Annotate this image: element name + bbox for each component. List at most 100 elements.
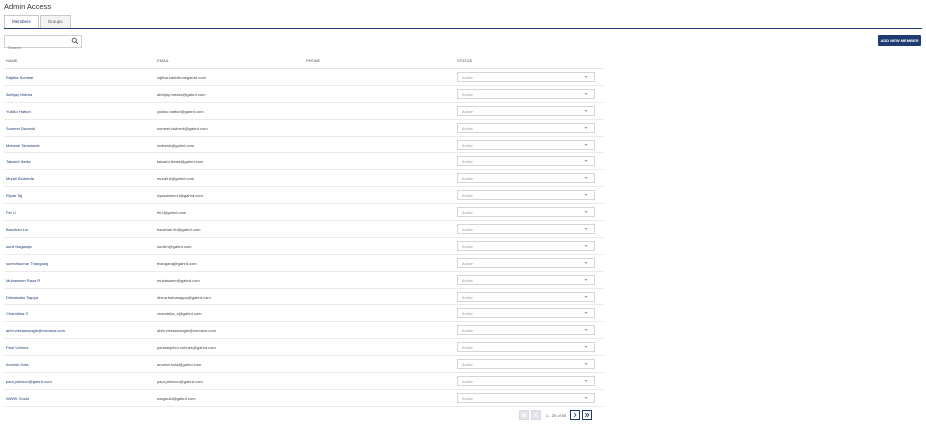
search-input[interactable] <box>5 43 70 52</box>
status-select[interactable]: Active <box>457 122 595 133</box>
status-select[interactable]: Active <box>457 72 595 82</box>
status-value: Active <box>462 210 473 216</box>
status-select[interactable]: Active <box>457 392 595 403</box>
prev-page-button[interactable] <box>531 410 541 420</box>
status-value: Active <box>462 108 473 114</box>
search-icon[interactable] <box>71 37 79 45</box>
tab-divider <box>4 28 922 29</box>
status-value: Active <box>462 294 473 300</box>
column-header-status: STATUS <box>457 58 473 63</box>
member-email: paulstephen.vohnes@gahrd.com <box>157 345 216 351</box>
member-name-link[interactable]: Riyas Taj <box>6 193 22 198</box>
tab-members[interactable]: Members <box>4 15 39 29</box>
status-value: Active <box>462 227 473 233</box>
member-name-link[interactable]: Takashi Ikeda <box>6 159 30 164</box>
status-value: Active <box>462 379 473 385</box>
table-row: Mubasseer Raza R mubasseer@gahrd.com Activ… <box>4 272 604 289</box>
status-select[interactable]: Active <box>457 156 595 167</box>
chevron-down-icon <box>584 397 588 399</box>
column-header-name: NAME <box>6 58 18 63</box>
add-new-member-button[interactable]: ADD NEW MEMBER <box>878 35 921 46</box>
member-email: abhi.vieslamangle@mendos.com <box>157 328 216 334</box>
table-header: NAME EMAIL PHONE STATUS <box>4 53 604 69</box>
table-row: Yukiko Hattori yukiko.hattori@gahrd.com Ac… <box>4 103 604 120</box>
status-select[interactable]: Active <box>457 207 595 218</box>
first-page-button[interactable] <box>519 410 529 420</box>
member-name-link[interactable]: Anvesh Kola <box>6 362 28 367</box>
member-name-link[interactable]: Mahesh Tamshade <box>6 143 40 148</box>
table-row: sunil Nagaraja sunilm@gahrd.com Active <box>4 238 604 255</box>
table-body: Rajitha Kumbar rajitha.kashikunegahrd.com… <box>4 69 604 407</box>
chevron-down-icon <box>584 143 588 146</box>
status-value: Active <box>462 311 473 317</box>
last-page-button[interactable] <box>582 410 593 420</box>
status-select[interactable]: Active <box>457 257 595 268</box>
member-name-link[interactable]: Fei Li <box>6 210 16 215</box>
member-name-link[interactable]: WWW Gould <box>6 396 29 401</box>
chevron-down-icon <box>584 346 588 349</box>
member-name-link[interactable]: sunil Nagaraja <box>6 244 32 249</box>
chevron-down-icon <box>584 228 588 230</box>
status-select[interactable]: Active <box>457 190 595 201</box>
table-row: Fei Li fei.l@gahrd.com Active <box>4 204 604 222</box>
status-select[interactable]: Active <box>457 359 595 370</box>
member-name-link[interactable]: Chandrika S <box>6 311 28 316</box>
status-select[interactable]: Active <box>457 139 595 150</box>
member-name-link[interactable]: Mubasseer Raza R <box>6 278 40 283</box>
member-name-link[interactable]: Dhinababu Sappa <box>6 295 38 300</box>
chevron-down-icon <box>584 211 588 213</box>
member-email: yukiko.hattori@gahrd.com <box>157 108 204 114</box>
status-value: Active <box>462 193 473 199</box>
status-value: Active <box>462 277 473 283</box>
chevron-down-icon <box>584 160 588 163</box>
member-email: abhijay.mishra@gahrd.com <box>157 91 206 97</box>
status-value: Active <box>462 176 473 182</box>
table-row: Abhijay Mishra abhijay.mishra@gahrd.com Ac… <box>4 86 604 103</box>
chevron-down-icon <box>584 245 588 247</box>
status-value: Active <box>462 345 473 351</box>
status-select[interactable]: Active <box>457 88 595 99</box>
status-select[interactable]: Active <box>457 274 595 285</box>
status-select[interactable]: Active <box>457 291 595 302</box>
status-value: Active <box>462 260 473 266</box>
status-select[interactable]: Active <box>457 224 595 235</box>
table-row: paul.johnson@gahrd.com paul.johnson@gahrd… <box>4 373 604 390</box>
status-select[interactable]: Active <box>457 105 595 116</box>
member-name-link[interactable]: sureshkumar Thangaraj <box>6 261 48 266</box>
status-value: Active <box>462 362 473 368</box>
table-row: Chandrika S chandrika_s@gahrd.com Active <box>4 305 604 323</box>
status-select[interactable]: Active <box>457 376 595 387</box>
next-page-button[interactable] <box>570 410 581 420</box>
member-email: thangaraj@gahrd.com <box>157 260 197 266</box>
member-name-link[interactable]: Yukiko Hattori <box>6 109 31 114</box>
tab-groups[interactable]: Groups <box>39 15 71 28</box>
member-email: paul.johnson@gahrd.com <box>157 379 203 385</box>
member-name-link[interactable]: Paul Vohnes <box>6 345 28 350</box>
member-email: chandrika_s@gahrd.com <box>157 311 202 317</box>
member-name-link[interactable]: Sumeet Dwivedi <box>6 126 35 131</box>
search-box <box>4 35 82 52</box>
member-email: fei.l@gahrd.com <box>157 210 187 216</box>
table-row: Mahesh Tamshade mahesh@gahrd.com Active <box>4 137 604 154</box>
table-row: Paul Vohnes paulstephen.vohnes@gahrd.com A… <box>4 339 604 357</box>
member-email: rajitha.kashikunegahrd.com <box>157 75 206 80</box>
status-select[interactable]: Active <box>457 240 595 251</box>
table-row: Rajitha Kumbar rajitha.kashikunegahrd.com… <box>4 69 604 86</box>
member-name-link[interactable]: Murali Boddeda <box>6 176 34 181</box>
status-value: Active <box>462 395 473 401</box>
member-name-link[interactable]: paul.johnson@gahrd.com <box>6 379 52 384</box>
member-name-link[interactable]: Abhijay Mishra <box>6 92 32 97</box>
member-email: anvesh.kola@gahrd.com <box>157 362 202 368</box>
status-select[interactable]: Active <box>457 342 595 353</box>
status-select[interactable]: Active <box>457 325 595 336</box>
status-select[interactable]: Active <box>457 173 595 184</box>
chevron-down-icon <box>584 312 588 315</box>
member-name-link[interactable]: abhi.vieslamangle@mendos.com <box>6 328 65 333</box>
chevron-down-icon <box>584 363 588 365</box>
table-row: Takashi Ikeda takashi.ikeda@gahrd.com Acti… <box>4 153 604 171</box>
table-row: WWW Gould wwgould@gahrd.com Active <box>4 390 604 407</box>
status-select[interactable]: Active <box>457 308 595 319</box>
member-name-link[interactable]: Rajitha Kumbar <box>6 75 34 80</box>
table-row: Dhinababu Sappa dhina.babusappa@gahrd.com… <box>4 289 604 306</box>
member-name-link[interactable]: Baozhan Liu <box>6 227 28 232</box>
